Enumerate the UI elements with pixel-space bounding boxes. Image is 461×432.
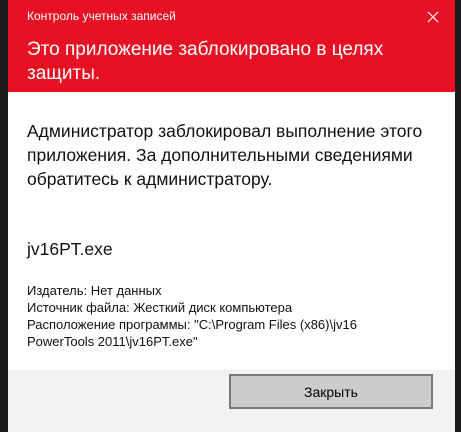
window-title: Контроль учетных записей (27, 9, 176, 23)
title-bar: Контроль учетных записей (8, 0, 455, 30)
blocked-message: Администратор заблокировал выполнение эт… (27, 121, 423, 189)
blocked-heading: Это приложение заблокировано в целях защ… (27, 39, 384, 84)
app-name: jv16PT.exe (27, 239, 113, 259)
location-line-1: Расположение программы: "C:\Program File… (27, 317, 357, 332)
header-banner: Это приложение заблокировано в целях защ… (8, 30, 455, 92)
location-line-2: PowerTools 2011\jv16PT.exe" (27, 334, 198, 349)
close-icon (427, 11, 439, 23)
uac-dialog: Контроль учетных записей Это приложение … (8, 0, 455, 432)
source-line: Источник файла: Жесткий диск компьютера (27, 300, 293, 315)
close-button[interactable]: Закрыть (229, 374, 433, 409)
app-details: Издатель: Нет данных Источник файла: Жес… (27, 282, 442, 350)
footer-bar: Закрыть (8, 370, 455, 432)
title-close-button[interactable] (419, 4, 447, 30)
publisher-line: Издатель: Нет данных (27, 283, 162, 298)
